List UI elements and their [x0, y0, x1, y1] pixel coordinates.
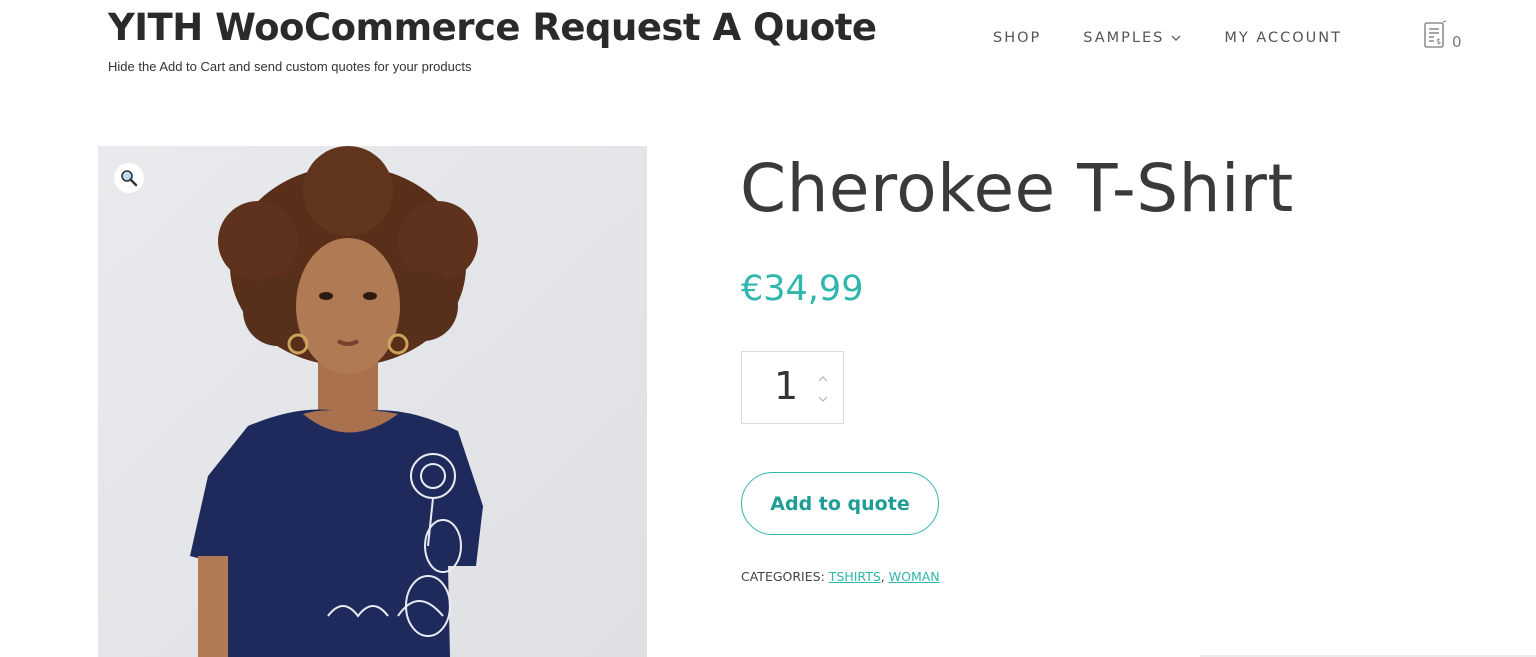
- site-title[interactable]: YITH WooCommerce Request A Quote: [108, 6, 877, 49]
- categories-label: CATEGORIES:: [741, 569, 825, 584]
- nav-my-account[interactable]: MY ACCOUNT: [1224, 30, 1342, 46]
- stepper-arrows-icon[interactable]: [816, 372, 830, 406]
- zoom-button[interactable]: [114, 163, 144, 193]
- quantity-value[interactable]: 1: [774, 364, 798, 408]
- magnifier-icon: [121, 170, 138, 187]
- model-photo: [98, 146, 647, 657]
- page: YITH WooCommerce Request A Quote Hide th…: [0, 0, 1536, 657]
- nav-samples-label: SAMPLES: [1083, 30, 1165, 46]
- nav-shop[interactable]: SHOP: [993, 30, 1041, 46]
- site-tagline: Hide the Add to Cart and send custom quo…: [108, 59, 472, 74]
- main-nav: SHOP SAMPLES MY ACCOUNT: [993, 30, 1342, 46]
- add-to-quote-button[interactable]: Add to quote: [741, 472, 939, 535]
- nav-samples[interactable]: SAMPLES: [1083, 30, 1182, 46]
- category-separator: ,: [880, 569, 885, 584]
- category-link-woman[interactable]: WOMAN: [889, 569, 940, 584]
- svg-text:$: $: [1436, 37, 1441, 46]
- chevron-down-icon: [1171, 35, 1181, 41]
- product-image[interactable]: [98, 146, 647, 657]
- category-link-tshirts[interactable]: TSHIRTS: [829, 569, 881, 584]
- quote-list-link[interactable]: $ 0: [1422, 20, 1462, 52]
- quantity-stepper[interactable]: 1: [741, 351, 844, 424]
- product-title: Cherokee T-Shirt: [740, 150, 1294, 227]
- quote-count: 0: [1452, 33, 1462, 51]
- product-price: €34,99: [741, 269, 864, 309]
- quote-list-icon: $: [1424, 20, 1447, 48]
- product-categories: CATEGORIES: TSHIRTS, WOMAN: [741, 569, 940, 584]
